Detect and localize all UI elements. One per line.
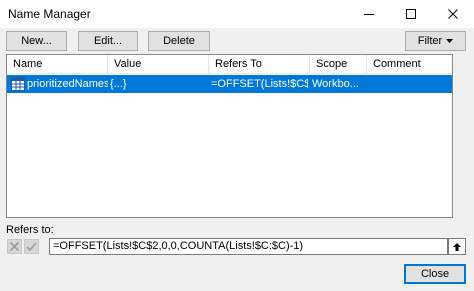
- names-list[interactable]: Name Value Refers To Scope Comment prior…: [6, 54, 453, 218]
- delete-button[interactable]: Delete: [148, 31, 210, 51]
- close-button-label: Close: [420, 268, 450, 280]
- column-header-name[interactable]: Name: [7, 55, 108, 74]
- edit-button-label: Edit...: [93, 35, 123, 47]
- filter-button[interactable]: Filter: [405, 31, 466, 51]
- row-refers-to: =OFFSET(Lists!$C$...: [211, 78, 308, 90]
- confirm-edit-button[interactable]: [24, 239, 39, 254]
- collapse-dialog-button[interactable]: [448, 238, 466, 255]
- close-icon: [448, 9, 458, 19]
- edit-button[interactable]: Edit...: [78, 31, 138, 51]
- named-range-icon: [11, 77, 25, 91]
- cancel-x-icon: [9, 241, 20, 252]
- checkmark-icon: [26, 242, 37, 252]
- refers-to-field[interactable]: =OFFSET(Lists!$C$2,0,0,COUNTA(Lists!$C:$…: [49, 238, 448, 255]
- arrow-up-icon: [453, 242, 461, 251]
- maximize-icon: [406, 9, 416, 19]
- maximize-button[interactable]: [390, 0, 432, 28]
- row-name: prioritizedNames: [27, 78, 108, 90]
- new-button-label: New...: [21, 35, 52, 47]
- title-bar: Name Manager: [0, 0, 474, 28]
- close-window-button[interactable]: [432, 0, 474, 28]
- window-title: Name Manager: [8, 7, 91, 21]
- column-header-refers-to[interactable]: Refers To: [209, 55, 310, 74]
- filter-button-label: Filter: [417, 35, 443, 47]
- minimize-icon: [364, 14, 374, 15]
- table-row[interactable]: prioritizedNames {...} =OFFSET(Lists!$C$…: [7, 75, 452, 93]
- new-button[interactable]: New...: [6, 31, 67, 51]
- list-header: Name Value Refers To Scope Comment: [7, 55, 452, 74]
- row-comment: [369, 75, 449, 93]
- column-header-comment[interactable]: Comment: [367, 55, 452, 74]
- refers-to-label: Refers to:: [6, 224, 54, 236]
- column-header-value[interactable]: Value: [108, 55, 209, 74]
- refers-to-formula: =OFFSET(Lists!$C$2,0,0,COUNTA(Lists!$C:$…: [53, 240, 304, 252]
- delete-button-label: Delete: [163, 35, 195, 47]
- row-value: {...}: [110, 78, 127, 90]
- close-button[interactable]: Close: [404, 264, 466, 284]
- cancel-edit-button[interactable]: [7, 239, 22, 254]
- minimize-button[interactable]: [348, 0, 390, 28]
- column-header-scope[interactable]: Scope: [310, 55, 367, 74]
- chevron-down-icon: [446, 38, 454, 43]
- row-scope: Workbo...: [312, 78, 359, 90]
